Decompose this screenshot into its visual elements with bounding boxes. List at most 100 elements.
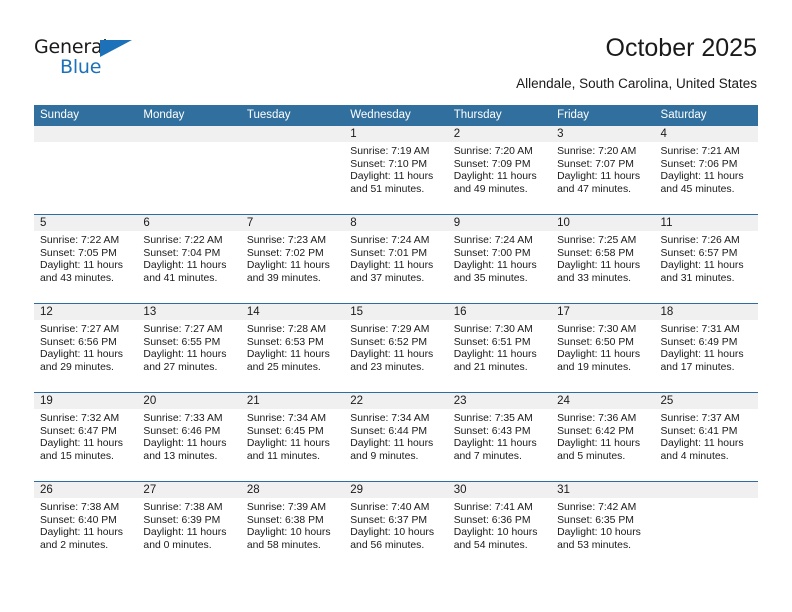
calendar-day-cell[interactable]: 28 Sunrise: 7:39 AM Sunset: 6:38 PM Dayligh… xyxy=(240,481,345,570)
day-number: 15 xyxy=(344,304,448,320)
calendar-day-cell[interactable]: 2 Sunrise: 7:20 AM Sunset: 7:09 PM Daylight… xyxy=(447,126,552,215)
calendar-day-cell[interactable]: 24 Sunrise: 7:36 AM Sunset: 6:42 PM Dayligh… xyxy=(551,392,655,482)
calendar-day-cell[interactable]: 22 Sunrise: 7:34 AM Sunset: 6:44 PM Dayligh… xyxy=(344,392,448,482)
daylight-text: Daylight: 11 hours and 51 minutes. xyxy=(350,171,434,195)
sunrise-text: Sunrise: 7:29 AM xyxy=(350,324,430,335)
calendar-day-cell[interactable]: 7 Sunrise: 7:23 AM Sunset: 7:02 PM Daylight… xyxy=(240,214,345,304)
weekday-header-tuesday: Tuesday xyxy=(240,105,345,126)
page-subtitle-location: Allendale, South Carolina, United States xyxy=(516,76,757,91)
weekday-header-wednesday: Wednesday xyxy=(344,105,448,126)
daylight-text: Daylight: 11 hours and 4 minutes. xyxy=(660,438,744,462)
sunrise-text: Sunrise: 7:27 AM xyxy=(143,324,223,335)
sunrise-text: Sunrise: 7:22 AM xyxy=(143,235,223,246)
day-number: 24 xyxy=(551,393,655,409)
day-sun-info: Sunrise: 7:26 AM Sunset: 6:57 PM Daylight:… xyxy=(655,231,758,285)
day-sun-info: Sunrise: 7:20 AM Sunset: 7:09 PM Daylight:… xyxy=(448,142,551,196)
day-number: 14 xyxy=(240,304,345,320)
sunset-text: Sunset: 6:47 PM xyxy=(40,425,117,437)
sunset-text: Sunset: 6:50 PM xyxy=(557,336,634,348)
calendar-day-cell[interactable]: 23 Sunrise: 7:35 AM Sunset: 6:43 PM Dayligh… xyxy=(447,392,552,482)
day-number: 19 xyxy=(34,393,138,409)
calendar-week-row: 5 Sunrise: 7:22 AM Sunset: 7:05 PM Daylight… xyxy=(34,214,758,304)
day-sun-info: Sunrise: 7:20 AM Sunset: 7:07 PM Daylight:… xyxy=(551,142,654,196)
calendar-day-cell[interactable]: 20 Sunrise: 7:33 AM Sunset: 6:46 PM Dayligh… xyxy=(137,392,241,482)
daylight-text: Daylight: 11 hours and 43 minutes. xyxy=(40,260,123,284)
day-sun-info: Sunrise: 7:30 AM Sunset: 6:51 PM Daylight:… xyxy=(448,320,551,374)
sunrise-text: Sunrise: 7:37 AM xyxy=(660,413,740,424)
daylight-text: Daylight: 11 hours and 37 minutes. xyxy=(350,260,434,284)
calendar-day-cell[interactable]: 26 Sunrise: 7:38 AM Sunset: 6:40 PM Dayligh… xyxy=(34,481,138,570)
day-number: 23 xyxy=(447,393,552,409)
day-number: 29 xyxy=(344,482,448,498)
calendar-day-cell[interactable]: 21 Sunrise: 7:34 AM Sunset: 6:45 PM Dayligh… xyxy=(240,392,345,482)
calendar-day-cell[interactable]: 10 Sunrise: 7:25 AM Sunset: 6:58 PM Dayligh… xyxy=(551,214,655,304)
calendar-day-cell[interactable]: 6 Sunrise: 7:22 AM Sunset: 7:04 PM Daylight… xyxy=(137,214,241,304)
calendar-week-row: 26 Sunrise: 7:38 AM Sunset: 6:40 PM Dayligh… xyxy=(34,481,758,570)
daylight-text: Daylight: 11 hours and 5 minutes. xyxy=(557,438,641,462)
calendar-day-cell[interactable]: 1 Sunrise: 7:19 AM Sunset: 7:10 PM Daylight… xyxy=(344,126,448,215)
sunset-text: Sunset: 7:09 PM xyxy=(453,158,531,170)
calendar-day-cell[interactable]: 29 Sunrise: 7:40 AM Sunset: 6:37 PM Dayligh… xyxy=(344,481,448,570)
daylight-text: Daylight: 10 hours and 54 minutes. xyxy=(453,527,538,551)
day-number: 25 xyxy=(654,393,758,409)
sunset-text: Sunset: 6:56 PM xyxy=(40,336,117,348)
logo-text-general: General xyxy=(34,36,108,58)
sunrise-text: Sunrise: 7:19 AM xyxy=(350,146,430,157)
general-blue-logo[interactable]: General Blue xyxy=(34,36,154,82)
calendar-day-cell[interactable]: 16 Sunrise: 7:30 AM Sunset: 6:51 PM Dayligh… xyxy=(447,303,552,393)
sunset-text: Sunset: 6:49 PM xyxy=(660,336,738,348)
sunrise-sunset-calendar: Sunday Monday Tuesday Wednesday Thursday… xyxy=(34,105,758,570)
sunset-text: Sunset: 6:44 PM xyxy=(350,425,428,437)
calendar-day-cell[interactable]: 13 Sunrise: 7:27 AM Sunset: 6:55 PM Dayligh… xyxy=(137,303,241,393)
page-title: October 2025 xyxy=(605,34,758,62)
day-number: 12 xyxy=(34,304,138,320)
daylight-text: Daylight: 11 hours and 17 minutes. xyxy=(660,349,744,373)
calendar-day-cell[interactable]: 14 Sunrise: 7:28 AM Sunset: 6:53 PM Dayligh… xyxy=(240,303,345,393)
day-sun-info: Sunrise: 7:24 AM Sunset: 7:00 PM Daylight:… xyxy=(448,231,551,285)
sunset-text: Sunset: 7:01 PM xyxy=(350,247,428,259)
calendar-day-cell[interactable]: 31 Sunrise: 7:42 AM Sunset: 6:35 PM Dayligh… xyxy=(551,481,655,570)
calendar-day-cell[interactable]: 19 Sunrise: 7:32 AM Sunset: 6:47 PM Dayligh… xyxy=(34,392,138,482)
calendar-day-cell[interactable]: 9 Sunrise: 7:24 AM Sunset: 7:00 PM Daylight… xyxy=(447,214,552,304)
calendar-day-cell[interactable]: 4 Sunrise: 7:21 AM Sunset: 7:06 PM Daylight… xyxy=(654,126,758,215)
daylight-text: Daylight: 11 hours and 29 minutes. xyxy=(40,349,123,373)
calendar-day-cell[interactable]: 8 Sunrise: 7:24 AM Sunset: 7:01 PM Daylight… xyxy=(344,214,448,304)
weekday-header-sunday: Sunday xyxy=(34,105,138,126)
sunrise-text: Sunrise: 7:24 AM xyxy=(350,235,430,246)
calendar-day-cell[interactable]: 18 Sunrise: 7:31 AM Sunset: 6:49 PM Dayligh… xyxy=(654,303,758,393)
day-sun-info: Sunrise: 7:23 AM Sunset: 7:02 PM Daylight:… xyxy=(241,231,344,285)
sunrise-text: Sunrise: 7:26 AM xyxy=(660,235,740,246)
daylight-text: Daylight: 10 hours and 56 minutes. xyxy=(350,527,435,551)
triangle-icon xyxy=(100,40,132,57)
sunset-text: Sunset: 7:05 PM xyxy=(40,247,117,259)
calendar-day-cell[interactable]: 12 Sunrise: 7:27 AM Sunset: 6:56 PM Dayligh… xyxy=(34,303,138,393)
day-sun-info: Sunrise: 7:31 AM Sunset: 6:49 PM Daylight:… xyxy=(655,320,758,374)
sunset-text: Sunset: 7:07 PM xyxy=(557,158,634,170)
sunrise-text: Sunrise: 7:41 AM xyxy=(453,502,533,513)
sunrise-text: Sunrise: 7:34 AM xyxy=(246,413,326,424)
calendar-body: 1 Sunrise: 7:19 AM Sunset: 7:10 PM Daylight… xyxy=(34,126,758,570)
sunset-text: Sunset: 6:35 PM xyxy=(557,514,634,526)
day-number: 10 xyxy=(551,215,655,231)
day-number: 5 xyxy=(34,215,138,231)
calendar-day-cell[interactable]: 15 Sunrise: 7:29 AM Sunset: 6:52 PM Dayligh… xyxy=(344,303,448,393)
calendar-day-cell[interactable]: 25 Sunrise: 7:37 AM Sunset: 6:41 PM Dayligh… xyxy=(654,392,758,482)
sunrise-text: Sunrise: 7:42 AM xyxy=(557,502,637,513)
calendar-day-cell[interactable]: 5 Sunrise: 7:22 AM Sunset: 7:05 PM Daylight… xyxy=(34,214,138,304)
sunrise-text: Sunrise: 7:30 AM xyxy=(557,324,637,335)
daylight-text: Daylight: 11 hours and 25 minutes. xyxy=(246,349,330,373)
day-number xyxy=(34,126,138,142)
calendar-day-cell[interactable]: 3 Sunrise: 7:20 AM Sunset: 7:07 PM Daylight… xyxy=(551,126,655,215)
daylight-text: Daylight: 11 hours and 39 minutes. xyxy=(246,260,330,284)
sunset-text: Sunset: 6:37 PM xyxy=(350,514,428,526)
day-number: 2 xyxy=(447,126,552,142)
calendar-day-cell[interactable]: 17 Sunrise: 7:30 AM Sunset: 6:50 PM Dayligh… xyxy=(551,303,655,393)
daylight-text: Daylight: 11 hours and 33 minutes. xyxy=(557,260,641,284)
calendar-day-cell[interactable]: 30 Sunrise: 7:41 AM Sunset: 6:36 PM Dayligh… xyxy=(447,481,552,570)
calendar-day-cell[interactable]: 11 Sunrise: 7:26 AM Sunset: 6:57 PM Dayligh… xyxy=(654,214,758,304)
calendar-day-cell[interactable]: 27 Sunrise: 7:38 AM Sunset: 6:39 PM Dayligh… xyxy=(137,481,241,570)
daylight-text: Daylight: 11 hours and 19 minutes. xyxy=(557,349,641,373)
day-number xyxy=(137,126,241,142)
daylight-text: Daylight: 11 hours and 45 minutes. xyxy=(660,171,744,195)
day-number: 20 xyxy=(137,393,241,409)
